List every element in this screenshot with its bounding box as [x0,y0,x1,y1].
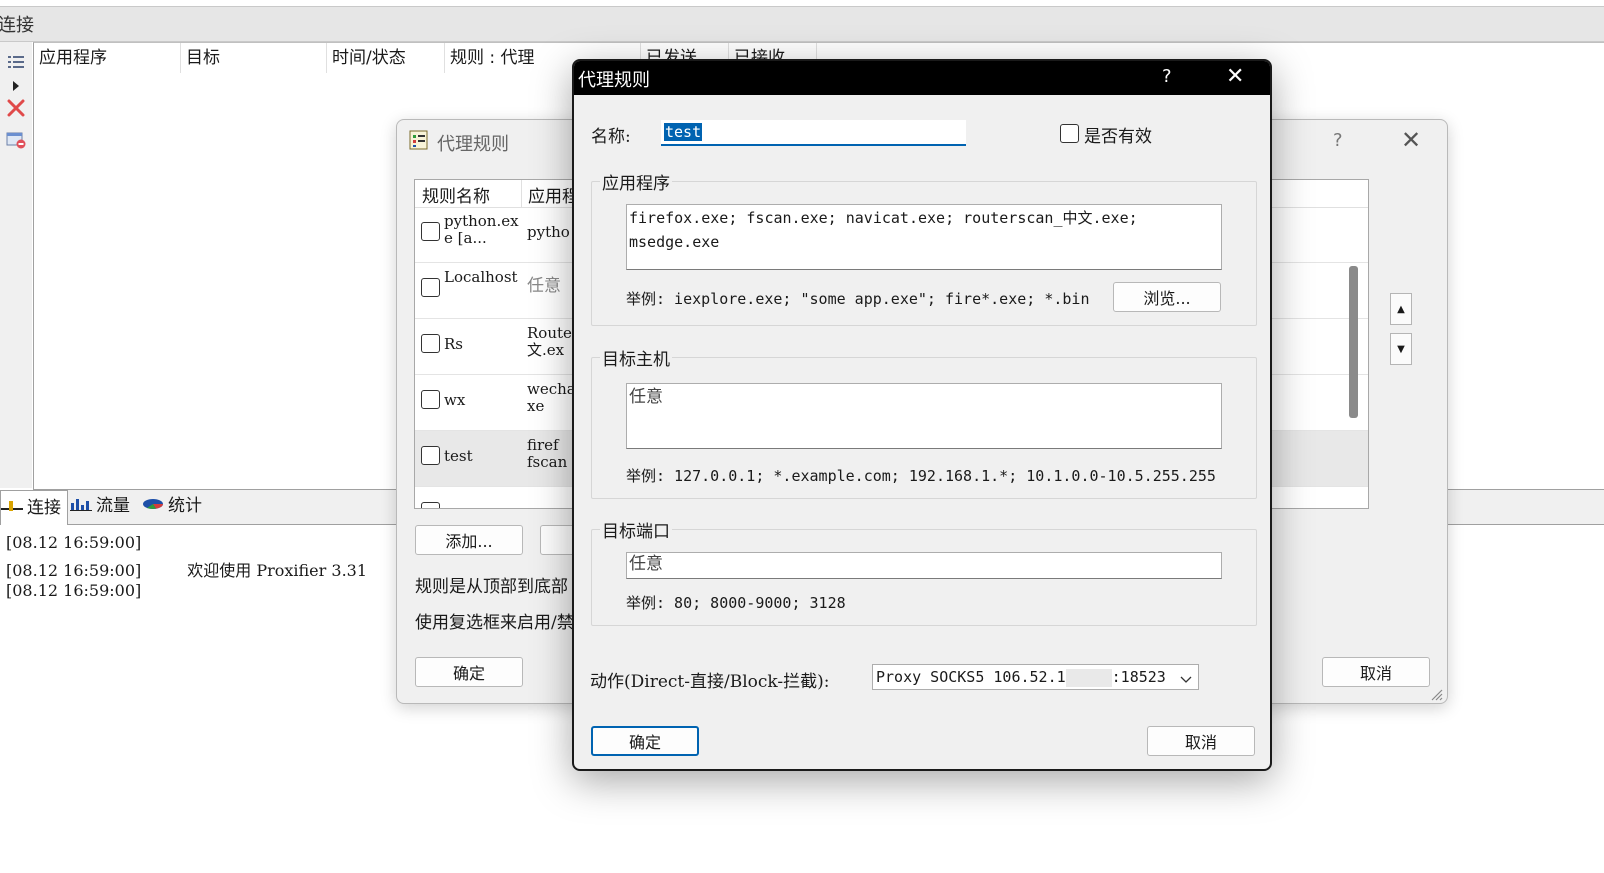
tab-connections[interactable]: 连接 [0,490,68,525]
target-hosts-example: 举例: 127.0.0.1; *.example.com; 192.168.1.… [626,467,1216,485]
rule-enable-checkbox[interactable] [421,222,440,241]
rule-name: test [444,447,473,465]
list-view-icon[interactable] [6,52,26,72]
enabled-label: 是否有效 [1084,127,1152,147]
tab-traffic[interactable]: 流量 [70,490,136,523]
action-select-value: Proxy SOCKS5 106.52.1:18523 [876,668,1166,687]
applications-example: 举例: iexplore.exe; "some app.exe"; fire*.… [626,290,1090,308]
window-title: 连接 [0,15,34,36]
delete-icon[interactable] [6,98,26,118]
rule-name: python.exe [a... [444,212,519,247]
connection-icon [1,492,23,525]
target-ports-group-label: 目标端口 [600,517,672,542]
col-application[interactable]: 应用程序 [34,43,181,73]
rule-enable-checkbox[interactable] [421,334,440,353]
cancel-button[interactable]: 取消 [1322,657,1430,687]
rules-app-icon [409,130,429,154]
applications-group-label: 应用程序 [600,169,672,194]
tab-label: 流量 [96,496,130,516]
target-hosts-input[interactable]: 任意 [626,383,1222,449]
help-button[interactable]: ? [1162,66,1172,87]
help-button[interactable]: ? [1333,130,1343,151]
action-label: 动作(Direct-直接/Block-拦截): [590,672,830,692]
action-select[interactable]: Proxy SOCKS5 106.52.1:18523 [872,664,1199,690]
enabled-checkbox[interactable] [1060,124,1079,143]
dialog-title-bar: 代理规则 ? ✕ [574,61,1270,95]
tab-label: 统计 [168,496,202,516]
rule-enable-checkbox[interactable] [421,390,440,409]
rules-hint-order: 规则是从顶部到底部 [415,577,568,597]
target-hosts-group-label: 目标主机 [600,345,672,370]
dialog-title: 代理规则 [578,70,650,91]
edit-rule-dialog: 代理规则 ? ✕ 名称: test 是否有效 应用程序 firefox.exe;… [572,59,1272,771]
rule-app: wecha xe [527,380,576,415]
close-button[interactable]: ✕ [1401,126,1421,154]
main-title-bar: 连接 [0,6,1604,42]
rule-app: firef fscan [527,436,568,471]
ok-button[interactable]: 确定 [415,657,523,687]
resize-grip-icon[interactable] [1429,686,1443,701]
name-label: 名称: [591,127,631,147]
rules-hint-checkbox: 使用复选框来启用/禁 [415,613,574,633]
cancel-button[interactable]: 取消 [1147,726,1255,756]
name-input-value: test [664,123,703,141]
log-line: [08.12 16:59:00] 欢迎使用 Proxifier 3.31 [6,561,368,580]
col-target[interactable]: 目标 [181,43,327,73]
pie-chart-icon [142,490,164,523]
move-up-button[interactable]: ▲ [1390,293,1412,325]
applications-group: 应用程序 firefox.exe; fscan.exe; navicat.exe… [591,169,1257,326]
rule-app: pytho [527,223,570,241]
col-rule-name[interactable]: 规则名称 [422,182,490,207]
browse-button[interactable]: 浏览... [1113,282,1221,312]
window-block-icon[interactable] [6,130,26,150]
rule-enable-checkbox[interactable] [421,446,440,465]
move-down-button[interactable]: ▼ [1390,333,1412,365]
chevron-down-icon [1180,670,1192,689]
dialog-title: 代理规则 [437,134,509,155]
log-line: [08.12 16:59:00] [6,533,142,552]
rule-enable-checkbox[interactable] [421,278,440,297]
target-ports-group: 目标端口 任意 举例: 80; 8000-9000; 3128 [591,517,1257,626]
target-ports-input[interactable]: 任意 [626,552,1222,579]
target-hosts-group: 目标主机 任意 举例: 127.0.0.1; *.example.com; 19… [591,345,1257,499]
redaction-blur [1065,668,1112,687]
triangle-up-icon: ▲ [1397,303,1405,315]
close-button[interactable]: ✕ [1226,64,1244,89]
log-line: [08.12 16:59:00] [6,581,142,600]
applications-input[interactable]: firefox.exe; fscan.exe; navicat.exe; rou… [626,204,1222,270]
rule-name: Rs [444,335,463,353]
rule-name: wx [444,391,466,409]
name-input[interactable]: test [661,120,966,146]
rules-list-scrollbar[interactable] [1349,266,1358,418]
rule-name: Localhost [444,268,518,286]
traffic-chart-icon [70,490,92,523]
side-toolbar [0,42,32,488]
tab-statistics[interactable]: 统计 [142,490,208,523]
rule-app: 任意 [527,276,561,296]
add-rule-button[interactable]: 添加... [415,525,523,555]
triangle-down-icon: ▼ [1397,343,1405,355]
target-ports-example: 举例: 80; 8000-9000; 3128 [626,594,846,612]
tab-label: 连接 [27,497,61,518]
expand-arrow-icon[interactable] [6,76,26,96]
col-time-status[interactable]: 时间/状态 [327,43,445,73]
rule-enable-checkbox[interactable] [421,502,440,508]
ok-button[interactable]: 确定 [591,726,699,756]
